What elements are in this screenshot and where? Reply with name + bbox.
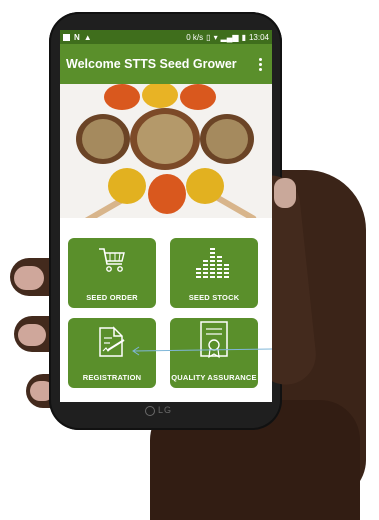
signal-icon: ▂▄▆ [220, 32, 239, 42]
seed-stock-label: SEED STOCK [188, 293, 240, 302]
edit-document-icon [99, 326, 125, 357]
seed-order-label: SEED ORDER [86, 293, 138, 302]
clock: 13:04 [248, 32, 269, 42]
image-notification-icon [63, 33, 70, 41]
seed-stock-button[interactable]: SEED STOCK [170, 238, 258, 308]
battery-icon: ▮ [241, 32, 246, 42]
thumbnail [274, 178, 296, 208]
seed-order-button[interactable]: SEED ORDER [68, 238, 156, 308]
fingernail [18, 324, 46, 346]
fingernail [14, 266, 44, 290]
status-bar: N ▲ 0 k/s ▯ ▾ ▂▄▆ ▮ 13:04 [60, 30, 272, 44]
quality-assurance-label: QUALITY ASSURANCE [171, 373, 257, 382]
app-bar: Welcome STTS Seed Grower [60, 44, 272, 84]
phone-screen: N ▲ 0 k/s ▯ ▾ ▂▄▆ ▮ 13:04 Welcome STTS S… [60, 30, 272, 402]
n-notification-icon: N [74, 32, 80, 42]
arrow-annotation [132, 346, 272, 356]
registration-label: REGISTRATION [82, 373, 142, 382]
overflow-menu-icon[interactable] [257, 54, 264, 75]
wifi-icon: ▾ [213, 32, 218, 42]
network-speed: 0 k/s [186, 32, 204, 42]
vibrate-icon: ▯ [206, 32, 211, 42]
seeds-banner-image [60, 84, 272, 218]
bar-levels-icon [196, 248, 229, 278]
warning-icon: ▲ [83, 32, 92, 42]
app-title: Welcome STTS Seed Grower [66, 57, 237, 71]
device-brand-logo: LG [145, 405, 172, 416]
shopping-cart-icon [99, 248, 125, 272]
